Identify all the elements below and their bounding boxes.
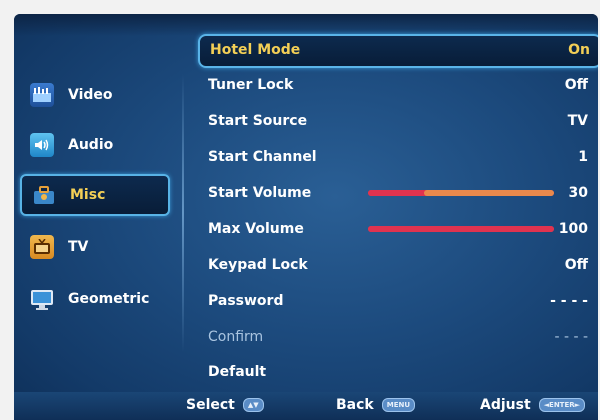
menu-row-default[interactable]: Default xyxy=(198,357,598,389)
misc-icon xyxy=(32,183,56,207)
row-label: Default xyxy=(208,364,267,380)
menu-row-confirm[interactable]: Confirm - - - - xyxy=(198,322,598,354)
hint-back-label: Back xyxy=(336,397,374,413)
menu-row-hotel-mode[interactable]: Hotel Mode On xyxy=(198,34,598,68)
sidebar-item-label: Geometric xyxy=(68,291,150,307)
top-strip xyxy=(14,14,598,36)
row-value: Off xyxy=(564,77,588,93)
row-label: Max Volume xyxy=(208,221,304,237)
row-value: On xyxy=(568,42,590,58)
row-label: Tuner Lock xyxy=(208,77,294,93)
menu-row-start-channel[interactable]: Start Channel 1 xyxy=(198,142,598,174)
sidebar-item-geometric[interactable]: Geometric xyxy=(20,280,166,318)
start-volume-slider[interactable] xyxy=(368,190,554,196)
sidebar-item-label: Audio xyxy=(68,137,114,153)
menu-row-keypad-lock[interactable]: Keypad Lock Off xyxy=(198,250,598,282)
hint-select: Select ▲▼ xyxy=(186,397,264,413)
row-label: Start Source xyxy=(208,113,308,129)
row-value: - - - - xyxy=(550,293,588,309)
sidebar-item-video[interactable]: Video xyxy=(20,76,166,114)
row-label: Hotel Mode xyxy=(210,42,301,58)
hint-select-label: Select xyxy=(186,397,235,413)
menu-divider xyxy=(182,74,184,352)
menu-key-icon: MENU xyxy=(381,398,416,412)
sidebar-item-label: Video xyxy=(68,87,113,103)
row-label: Start Channel xyxy=(208,149,317,165)
menu-row-start-source[interactable]: Start Source TV xyxy=(198,106,598,138)
hint-bar: Select ▲▼ Back MENU Adjust ◄ENTER► xyxy=(14,392,598,420)
tv-icon xyxy=(30,235,54,259)
start-volume-slider-rest xyxy=(423,190,554,196)
sidebar-item-label: TV xyxy=(68,239,89,255)
menu-row-start-volume[interactable]: Start Volume 30 xyxy=(198,178,598,210)
geometric-icon xyxy=(30,287,54,311)
menu-row-tuner-lock[interactable]: Tuner Lock Off xyxy=(198,70,598,102)
hint-adjust: Adjust ◄ENTER► xyxy=(480,397,586,413)
row-label: Keypad Lock xyxy=(208,257,308,273)
osd-screen: Video Audio Misc TV Geometric Hotel Mode… xyxy=(14,14,598,420)
enter-key-icon: ◄ENTER► xyxy=(538,398,586,412)
video-icon xyxy=(30,83,54,107)
menu-row-max-volume[interactable]: Max Volume 100 xyxy=(198,214,598,246)
hint-adjust-label: Adjust xyxy=(480,397,531,413)
row-label: Password xyxy=(208,293,284,309)
row-value: 1 xyxy=(578,149,588,165)
max-volume-slider[interactable] xyxy=(368,226,554,232)
start-volume-slider-fill xyxy=(368,190,424,196)
sidebar-item-misc[interactable]: Misc xyxy=(20,174,170,216)
select-key-icon: ▲▼ xyxy=(242,398,264,412)
row-label: Start Volume xyxy=(208,185,312,201)
sidebar-item-tv[interactable]: TV xyxy=(20,228,166,266)
audio-icon xyxy=(30,133,54,157)
sidebar-item-label: Misc xyxy=(70,187,106,203)
row-value: 30 xyxy=(568,185,588,201)
menu-row-password[interactable]: Password - - - - xyxy=(198,286,598,318)
sidebar-item-audio[interactable]: Audio xyxy=(20,126,166,164)
row-value: 100 xyxy=(558,221,588,237)
row-label: Confirm xyxy=(208,329,264,345)
hint-back: Back MENU xyxy=(336,397,416,413)
row-value: - - - - xyxy=(554,329,588,345)
row-value: Off xyxy=(564,257,588,273)
row-value: TV xyxy=(567,113,588,129)
max-volume-slider-fill xyxy=(368,226,554,232)
